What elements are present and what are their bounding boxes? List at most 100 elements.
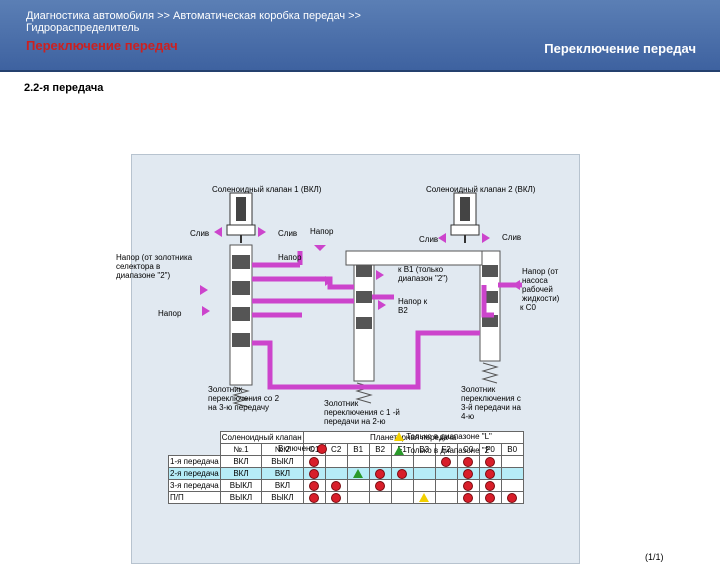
green-triangle-icon xyxy=(394,446,404,456)
table-row: 1-я передача ВКЛ ВЫКЛ xyxy=(168,455,524,468)
engaged-dot-icon xyxy=(441,456,452,467)
element-cell xyxy=(412,467,436,480)
green-triangle-icon xyxy=(353,469,364,479)
solenoid-1-state: ВКЛ xyxy=(219,455,263,468)
valve-3-4-label: Золотник переключения с 3-й передачи на … xyxy=(461,385,521,421)
drain-label-3: Слив xyxy=(419,235,439,244)
element-cell xyxy=(346,467,370,480)
element-cell xyxy=(412,455,436,468)
element-cell xyxy=(434,467,458,480)
element-cell xyxy=(302,479,326,492)
element-cell xyxy=(456,479,480,492)
element-cell xyxy=(390,467,414,480)
col-element: B0 xyxy=(500,443,524,456)
solenoid-2-state: ВКЛ xyxy=(261,479,304,492)
element-cell xyxy=(412,491,436,504)
content-area: 2.2-я передача Соленоидный клапан 1 (ВКЛ… xyxy=(0,74,720,564)
engaged-dot-icon xyxy=(485,492,496,503)
element-cell xyxy=(390,479,414,492)
legend-only-l: Только в диапазоне "L" xyxy=(394,432,492,442)
element-cell xyxy=(434,479,458,492)
element-cell xyxy=(346,455,370,468)
solenoid-2-state: ВЫКЛ xyxy=(261,455,304,468)
engaged-dot-icon xyxy=(309,480,320,491)
element-cell xyxy=(390,491,414,504)
element-cell xyxy=(500,479,524,492)
engaged-dot-icon xyxy=(397,468,408,479)
breadcrumb-line-1[interactable]: Диагностика автомобиля >> Автоматическая… xyxy=(26,10,361,22)
pressure-selector-label: Напор (от золотника селектора в диапазон… xyxy=(116,253,193,280)
engaged-dot-icon xyxy=(331,480,342,491)
element-cell xyxy=(478,455,502,468)
element-cell xyxy=(434,491,458,504)
element-cell xyxy=(302,467,326,480)
yellow-triangle-icon xyxy=(394,432,404,442)
element-cell xyxy=(390,455,414,468)
solenoid-1-state: ВЫКЛ xyxy=(219,491,263,504)
solenoid-2-shape xyxy=(450,192,480,243)
solenoid-header: Соленоидный клапан xyxy=(219,431,304,444)
valve-2-3-label: Золотник переключения со 2 на 3-ю переда… xyxy=(208,385,280,412)
col-element: B1 xyxy=(346,443,370,456)
element-cell xyxy=(368,455,392,468)
element-cell xyxy=(500,491,524,504)
element-cell xyxy=(456,455,480,468)
element-cell xyxy=(500,467,524,480)
table-row: 3-я передача ВЫКЛ ВКЛ xyxy=(168,479,524,492)
legend-only-2: Только в диапазоне "2" xyxy=(394,446,492,456)
solenoid-1-state: ВЫКЛ xyxy=(219,479,263,492)
element-cell xyxy=(500,455,524,468)
engaged-dot-icon xyxy=(507,492,518,503)
table-body: 1-я передача ВКЛ ВЫКЛ 2-я передача ВКЛ ВКЛ 3-я… xyxy=(168,455,524,504)
pressure-top-label: Напор xyxy=(310,227,334,236)
element-cell xyxy=(346,491,370,504)
engaged-dot-icon xyxy=(463,468,474,479)
table-row: 2-я передача ВКЛ ВКЛ xyxy=(168,467,524,480)
row-label: 3-я передача xyxy=(168,479,221,492)
drain-label-2: Слив xyxy=(278,229,298,238)
engaged-dot-icon xyxy=(309,468,320,479)
element-cell xyxy=(478,479,502,492)
engaged-dot-icon xyxy=(485,480,496,491)
element-cell xyxy=(302,491,326,504)
row-label: 2-я передача xyxy=(168,467,221,480)
solenoid-1-shape xyxy=(226,192,256,243)
to-c0-label: к С0 xyxy=(520,303,536,312)
col-element: B2 xyxy=(368,443,392,456)
section-title: 2.2-я передача xyxy=(24,82,104,94)
page-title-right: Переключение передач xyxy=(544,41,696,56)
pressure-to-b2-label: Напор к В2 xyxy=(398,297,428,315)
engaged-dot-icon xyxy=(309,492,320,503)
element-cell xyxy=(324,479,348,492)
element-cell xyxy=(456,491,480,504)
engaged-dot-icon xyxy=(485,468,496,479)
element-cell xyxy=(478,491,502,504)
breadcrumb: Диагностика автомобиля >> Автоматическая… xyxy=(26,10,361,34)
page-title: Переключение передач xyxy=(26,38,178,53)
solenoid-2-state: ВЫКЛ xyxy=(261,491,304,504)
element-cell xyxy=(324,467,348,480)
legend-only-l-label: Только в диапазоне "L" xyxy=(406,432,492,441)
table-row: П/П ВЫКЛ ВЫКЛ xyxy=(168,491,524,504)
legend-only-2-label: Только в диапазоне "2" xyxy=(406,446,492,455)
row-label: П/П xyxy=(168,491,221,504)
shift-table: Соленоидный клапан Планетарная передача … xyxy=(168,431,524,504)
element-cell xyxy=(412,479,436,492)
breadcrumb-line-2[interactable]: Гидрораспределитель xyxy=(26,22,361,34)
element-cell xyxy=(302,455,326,468)
drain-label-4: Слив xyxy=(502,233,522,242)
element-cell xyxy=(368,479,392,492)
engaged-dot-icon xyxy=(309,456,320,467)
valve-1-2-label: Золотник переключения с 1 -й передачи на… xyxy=(324,399,400,426)
engaged-dot-icon xyxy=(463,480,474,491)
yellow-triangle-icon xyxy=(419,493,430,503)
to-b1-label: к В1 (только диапазон "2") xyxy=(398,265,448,283)
element-cell xyxy=(324,455,348,468)
solenoid-1-label: Соленоидный клапан 1 (ВКЛ) xyxy=(212,185,322,194)
legend-on-label: Включено xyxy=(278,444,315,454)
engaged-dot-icon xyxy=(331,492,342,503)
drain-label-1: Слив xyxy=(190,229,210,238)
element-cell xyxy=(456,467,480,480)
col-no1: №.1 xyxy=(219,443,263,456)
col-element: C2 xyxy=(324,443,348,456)
